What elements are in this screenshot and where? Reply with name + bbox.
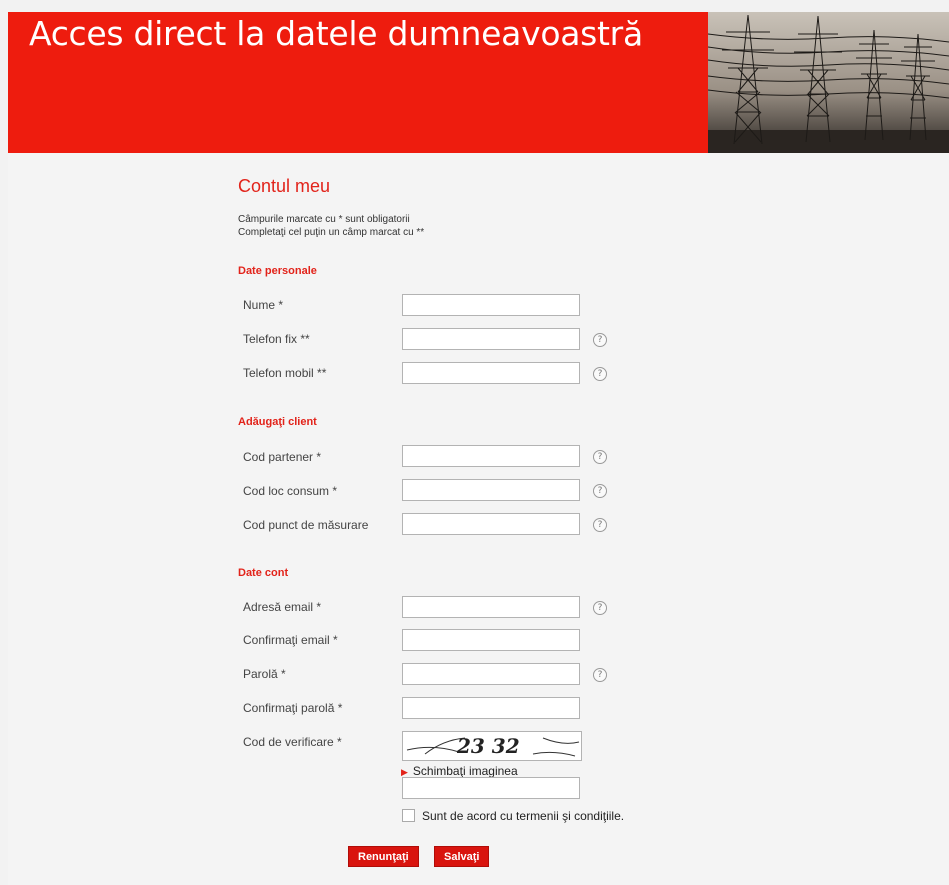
help-icon[interactable]: ? [593,668,607,682]
captcha-image: 23 32 [402,731,582,761]
email-label: Adresă email * [243,600,322,614]
email-confirm-input[interactable] [402,629,580,651]
save-button[interactable]: Salvaţi [434,846,490,867]
change-image-label: Schimbaţi imaginea [412,764,518,778]
page-frame: Acces direct la datele dumneavoastră Con… [8,12,949,885]
captcha-input[interactable] [402,777,580,799]
header-title: Acces direct la datele dumneavoastră [29,14,643,53]
consumption-place-code-label: Cod loc consum * [243,484,338,498]
partner-code-input[interactable] [402,445,580,467]
page-title: Contul meu [238,176,331,196]
help-icon[interactable]: ? [593,601,607,615]
phone-fixed-input[interactable] [402,328,580,350]
name-label: Nume * [243,298,284,312]
password-input[interactable] [402,663,580,685]
partner-code-label: Cod partener * [243,450,322,464]
phone-mobile-label: Telefon mobil ** [243,366,327,380]
power-lines-photo [708,12,949,153]
section-personal-title: Date personale [238,265,317,277]
captcha-label: Cod de verificare * [243,735,342,749]
terms-label: Sunt de acord cu termenii şi condiţiile. [422,809,625,823]
help-icon[interactable]: ? [593,484,607,498]
help-icon[interactable]: ? [593,367,607,381]
required-fields-note: Câmpurile marcate cu * sunt obligatorii [238,214,410,225]
phone-fixed-label: Telefon fix ** [243,332,310,346]
password-confirm-input[interactable] [402,697,580,719]
name-input[interactable] [402,294,580,316]
arrow-right-icon: ▶ [401,767,408,777]
help-icon[interactable]: ? [593,518,607,532]
section-client-title: Adăugaţi client [238,416,317,428]
section-account-title: Date cont [238,567,289,579]
metering-point-code-input[interactable] [402,513,580,535]
phone-mobile-input[interactable] [402,362,580,384]
captcha-text: 23 32 [456,734,520,758]
header-banner: Acces direct la datele dumneavoastră [8,12,949,153]
password-label: Parolă * [243,667,286,681]
metering-point-code-label: Cod punct de măsurare [243,518,369,532]
help-icon[interactable]: ? [593,333,607,347]
email-confirm-label: Confirmaţi email * [243,633,338,647]
email-input[interactable] [402,596,580,618]
cancel-button[interactable]: Renunţaţi [348,846,419,867]
at-least-one-field-note: Completaţi cel puţin un câmp marcat cu *… [238,227,425,238]
consumption-place-code-input[interactable] [402,479,580,501]
password-confirm-label: Confirmaţi parolă * [243,701,343,715]
change-image-link[interactable]: ▶ Schimbaţi imaginea [401,764,518,778]
terms-checkbox[interactable] [402,809,415,822]
help-icon[interactable]: ? [593,450,607,464]
